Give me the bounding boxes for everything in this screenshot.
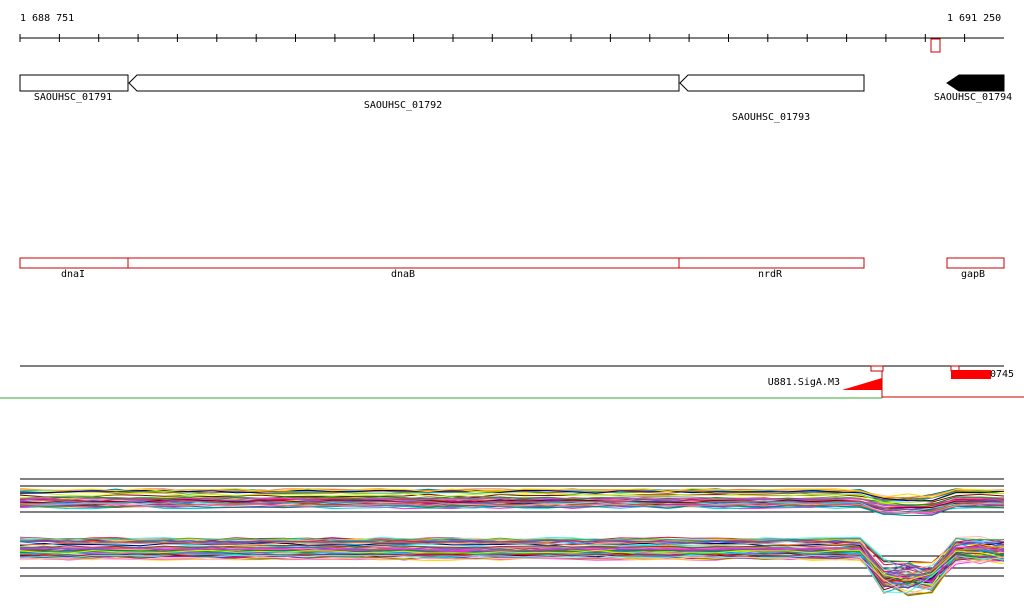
- gene-label: SAOUHSC_01793: [731, 112, 811, 123]
- gene-track: [19, 74, 1005, 92]
- expression-profile-line: [19, 554, 1005, 596]
- gene-label: SAOUHSC_01794: [933, 92, 1013, 103]
- promoter-box[interactable]: [870, 365, 884, 372]
- annotation-box-dnab[interactable]: [127, 257, 680, 269]
- annotation-box-dnai[interactable]: [19, 257, 129, 269]
- gene-arrow-saouhsc-01792[interactable]: [128, 74, 680, 92]
- gene-label: SAOUHSC_01792: [363, 100, 443, 111]
- annotation-track: [19, 257, 1005, 269]
- annotation-box-nrdr[interactable]: [678, 257, 865, 269]
- annotation-label: gapB: [960, 269, 986, 280]
- expression-profile-line: [19, 554, 1005, 594]
- ruler-marker[interactable]: [930, 38, 941, 53]
- promoter-label: U881.SigA.M3: [767, 377, 840, 388]
- feature-block-right[interactable]: [951, 370, 991, 379]
- expression-profile-panel-bottom: [19, 535, 1005, 597]
- annotation-label: dnaI: [60, 269, 86, 280]
- expression-profile-line: [19, 504, 1005, 517]
- feature-track: [20, 365, 1004, 398]
- gene-arrow-saouhsc-01793[interactable]: [679, 74, 865, 92]
- genome-track-canvas: [0, 34, 1024, 597]
- gene-arrow-saouhsc-01791[interactable]: [19, 74, 129, 92]
- annotation-label: nrdR: [757, 269, 783, 280]
- gene-label: SAOUHSC_01791: [33, 92, 113, 103]
- gene-arrow-saouhsc-01794[interactable]: [946, 74, 1005, 92]
- annotation-label: dnaB: [390, 269, 416, 280]
- feature-right-label: 0745: [990, 369, 1015, 380]
- ruler-axis: [19, 34, 1004, 53]
- expression-profile-line: [19, 556, 1005, 589]
- annotation-box-gapb[interactable]: [946, 257, 1005, 269]
- promoter-ramp[interactable]: [842, 378, 882, 390]
- expression-profile-line: [19, 556, 1005, 588]
- expression-profile-panel-top: [19, 478, 1005, 517]
- expression-profile-line: [19, 556, 1005, 595]
